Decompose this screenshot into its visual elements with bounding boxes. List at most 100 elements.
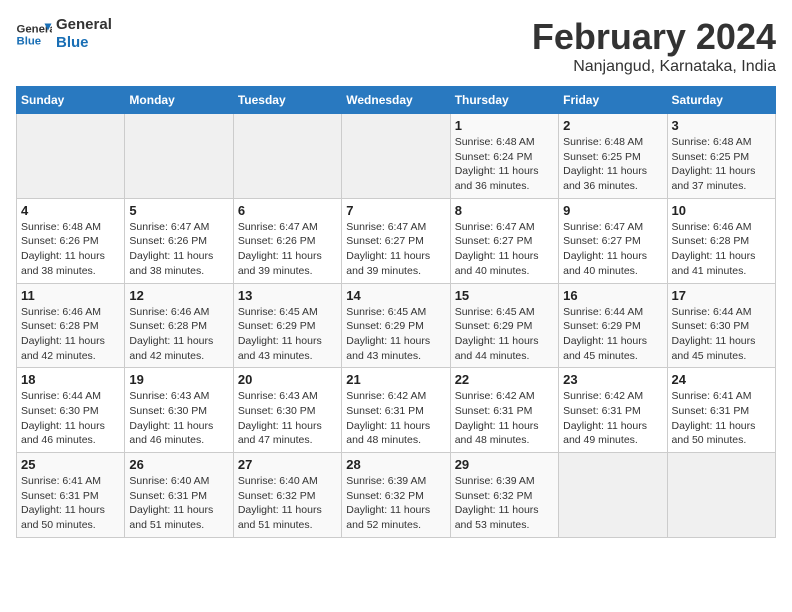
day-number: 18 [21,372,120,387]
day-number: 28 [346,457,445,472]
calendar-cell: 4 Sunrise: 6:48 AM Sunset: 6:26 PM Daylig… [17,198,125,283]
day-number: 8 [455,203,554,218]
logo-general: General [56,16,112,34]
logo-blue: Blue [56,34,112,52]
day-number: 10 [672,203,771,218]
calendar-cell: 24 Sunrise: 6:41 AM Sunset: 6:31 PM Dayli… [667,368,775,453]
day-info: Sunrise: 6:41 AM Sunset: 6:31 PM Dayligh… [672,389,771,448]
calendar-cell: 21 Sunrise: 6:42 AM Sunset: 6:31 PM Dayli… [342,368,450,453]
day-number: 15 [455,288,554,303]
calendar-cell: 15 Sunrise: 6:45 AM Sunset: 6:29 PM Dayli… [450,283,558,368]
day-info: Sunrise: 6:45 AM Sunset: 6:29 PM Dayligh… [238,305,337,364]
day-info: Sunrise: 6:41 AM Sunset: 6:31 PM Dayligh… [21,474,120,533]
calendar-cell: 20 Sunrise: 6:43 AM Sunset: 6:30 PM Dayli… [233,368,341,453]
calendar-cell [559,453,667,538]
day-info: Sunrise: 6:45 AM Sunset: 6:29 PM Dayligh… [346,305,445,364]
weekday-header-thursday: Thursday [450,87,558,114]
day-number: 20 [238,372,337,387]
day-info: Sunrise: 6:48 AM Sunset: 6:24 PM Dayligh… [455,135,554,194]
day-info: Sunrise: 6:46 AM Sunset: 6:28 PM Dayligh… [672,220,771,279]
weekday-header-friday: Friday [559,87,667,114]
calendar-cell: 18 Sunrise: 6:44 AM Sunset: 6:30 PM Dayli… [17,368,125,453]
logo: General Blue General Blue [16,16,112,52]
calendar-week-row: 1 Sunrise: 6:48 AM Sunset: 6:24 PM Daylig… [17,114,776,199]
day-number: 23 [563,372,662,387]
calendar-header-row: SundayMondayTuesdayWednesdayThursdayFrid… [17,87,776,114]
day-info: Sunrise: 6:46 AM Sunset: 6:28 PM Dayligh… [129,305,228,364]
day-number: 12 [129,288,228,303]
calendar-cell: 6Sunrise: 6:47 AM Sunset: 6:26 PM Daylig… [233,198,341,283]
day-number: 9 [563,203,662,218]
day-number: 3 [672,118,771,133]
calendar-cell: 2Sunrise: 6:48 AM Sunset: 6:25 PM Daylig… [559,114,667,199]
logo-icon: General Blue [16,20,52,48]
day-info: Sunrise: 6:47 AM Sunset: 6:27 PM Dayligh… [346,220,445,279]
location-subtitle: Nanjangud, Karnataka, India [532,58,776,76]
calendar-week-row: 4 Sunrise: 6:48 AM Sunset: 6:26 PM Daylig… [17,198,776,283]
day-info: Sunrise: 6:47 AM Sunset: 6:26 PM Dayligh… [129,220,228,279]
calendar-cell [233,114,341,199]
day-info: Sunrise: 6:43 AM Sunset: 6:30 PM Dayligh… [238,389,337,448]
day-number: 19 [129,372,228,387]
calendar-cell: 5 Sunrise: 6:47 AM Sunset: 6:26 PM Daylig… [125,198,233,283]
calendar-cell: 16 Sunrise: 6:44 AM Sunset: 6:29 PM Dayli… [559,283,667,368]
day-info: Sunrise: 6:42 AM Sunset: 6:31 PM Dayligh… [346,389,445,448]
weekday-header-tuesday: Tuesday [233,87,341,114]
calendar-table: SundayMondayTuesdayWednesdayThursdayFrid… [16,86,776,538]
day-info: Sunrise: 6:39 AM Sunset: 6:32 PM Dayligh… [455,474,554,533]
calendar-cell: 28Sunrise: 6:39 AM Sunset: 6:32 PM Dayli… [342,453,450,538]
day-number: 14 [346,288,445,303]
day-number: 5 [129,203,228,218]
day-info: Sunrise: 6:47 AM Sunset: 6:26 PM Dayligh… [238,220,337,279]
calendar-cell: 11 Sunrise: 6:46 AM Sunset: 6:28 PM Dayli… [17,283,125,368]
calendar-title-area: February 2024 Nanjangud, Karnataka, Indi… [532,16,776,76]
calendar-week-row: 18 Sunrise: 6:44 AM Sunset: 6:30 PM Dayli… [17,368,776,453]
weekday-header-sunday: Sunday [17,87,125,114]
day-number: 21 [346,372,445,387]
calendar-cell [125,114,233,199]
calendar-cell [342,114,450,199]
calendar-cell: 23 Sunrise: 6:42 AM Sunset: 6:31 PM Dayli… [559,368,667,453]
day-number: 22 [455,372,554,387]
calendar-cell: 26Sunrise: 6:40 AM Sunset: 6:31 PM Dayli… [125,453,233,538]
day-number: 4 [21,203,120,218]
day-info: Sunrise: 6:40 AM Sunset: 6:31 PM Dayligh… [129,474,228,533]
calendar-cell: 25Sunrise: 6:41 AM Sunset: 6:31 PM Dayli… [17,453,125,538]
day-number: 29 [455,457,554,472]
day-number: 13 [238,288,337,303]
day-number: 24 [672,372,771,387]
day-info: Sunrise: 6:43 AM Sunset: 6:30 PM Dayligh… [129,389,228,448]
calendar-cell: 3 Sunrise: 6:48 AM Sunset: 6:25 PM Daylig… [667,114,775,199]
day-info: Sunrise: 6:48 AM Sunset: 6:25 PM Dayligh… [563,135,662,194]
calendar-week-row: 25Sunrise: 6:41 AM Sunset: 6:31 PM Dayli… [17,453,776,538]
day-number: 16 [563,288,662,303]
svg-text:Blue: Blue [17,36,42,48]
calendar-cell: 22 Sunrise: 6:42 AM Sunset: 6:31 PM Dayli… [450,368,558,453]
day-info: Sunrise: 6:48 AM Sunset: 6:26 PM Dayligh… [21,220,120,279]
day-info: Sunrise: 6:48 AM Sunset: 6:25 PM Dayligh… [672,135,771,194]
calendar-cell: 9 Sunrise: 6:47 AM Sunset: 6:27 PM Daylig… [559,198,667,283]
weekday-header-monday: Monday [125,87,233,114]
day-number: 1 [455,118,554,133]
day-info: Sunrise: 6:46 AM Sunset: 6:28 PM Dayligh… [21,305,120,364]
calendar-body: 1 Sunrise: 6:48 AM Sunset: 6:24 PM Daylig… [17,114,776,538]
weekday-header-wednesday: Wednesday [342,87,450,114]
page-header: General Blue General Blue February 2024 … [16,16,776,76]
day-info: Sunrise: 6:44 AM Sunset: 6:29 PM Dayligh… [563,305,662,364]
day-info: Sunrise: 6:44 AM Sunset: 6:30 PM Dayligh… [21,389,120,448]
day-info: Sunrise: 6:42 AM Sunset: 6:31 PM Dayligh… [563,389,662,448]
calendar-cell: 13 Sunrise: 6:45 AM Sunset: 6:29 PM Dayli… [233,283,341,368]
calendar-cell: 14 Sunrise: 6:45 AM Sunset: 6:29 PM Dayli… [342,283,450,368]
calendar-cell [17,114,125,199]
day-info: Sunrise: 6:42 AM Sunset: 6:31 PM Dayligh… [455,389,554,448]
calendar-cell: 8 Sunrise: 6:47 AM Sunset: 6:27 PM Daylig… [450,198,558,283]
day-number: 27 [238,457,337,472]
day-info: Sunrise: 6:47 AM Sunset: 6:27 PM Dayligh… [563,220,662,279]
calendar-cell: 27Sunrise: 6:40 AM Sunset: 6:32 PM Dayli… [233,453,341,538]
month-year-title: February 2024 [532,16,776,58]
calendar-cell: 7Sunrise: 6:47 AM Sunset: 6:27 PM Daylig… [342,198,450,283]
day-info: Sunrise: 6:44 AM Sunset: 6:30 PM Dayligh… [672,305,771,364]
day-info: Sunrise: 6:45 AM Sunset: 6:29 PM Dayligh… [455,305,554,364]
day-info: Sunrise: 6:47 AM Sunset: 6:27 PM Dayligh… [455,220,554,279]
day-number: 11 [21,288,120,303]
